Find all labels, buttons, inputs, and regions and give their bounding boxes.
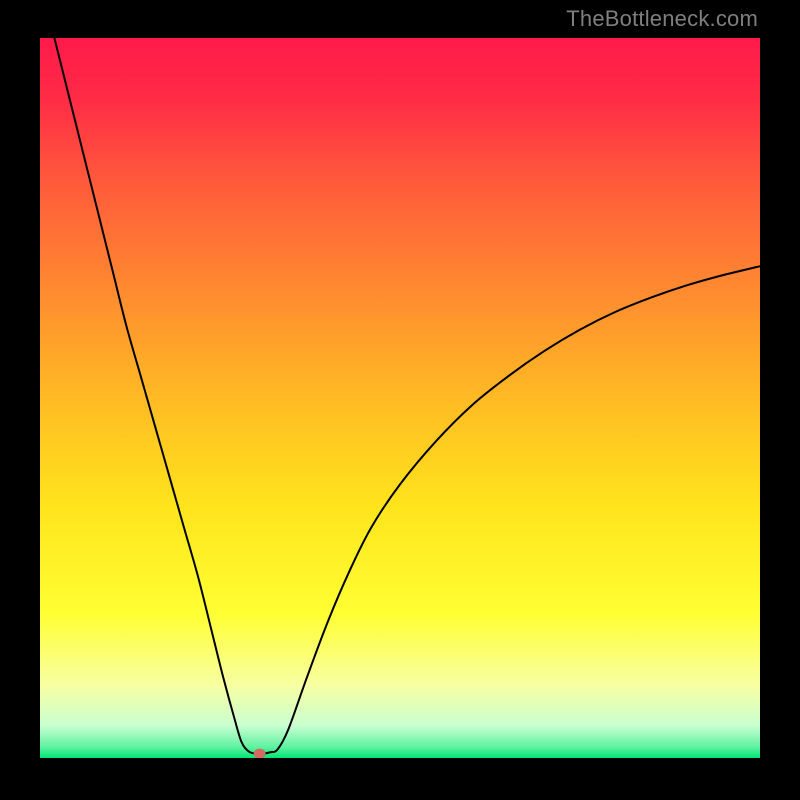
watermark-text: TheBottleneck.com	[566, 6, 758, 32]
chart-plot	[40, 38, 760, 758]
chart-frame: TheBottleneck.com	[0, 0, 800, 800]
